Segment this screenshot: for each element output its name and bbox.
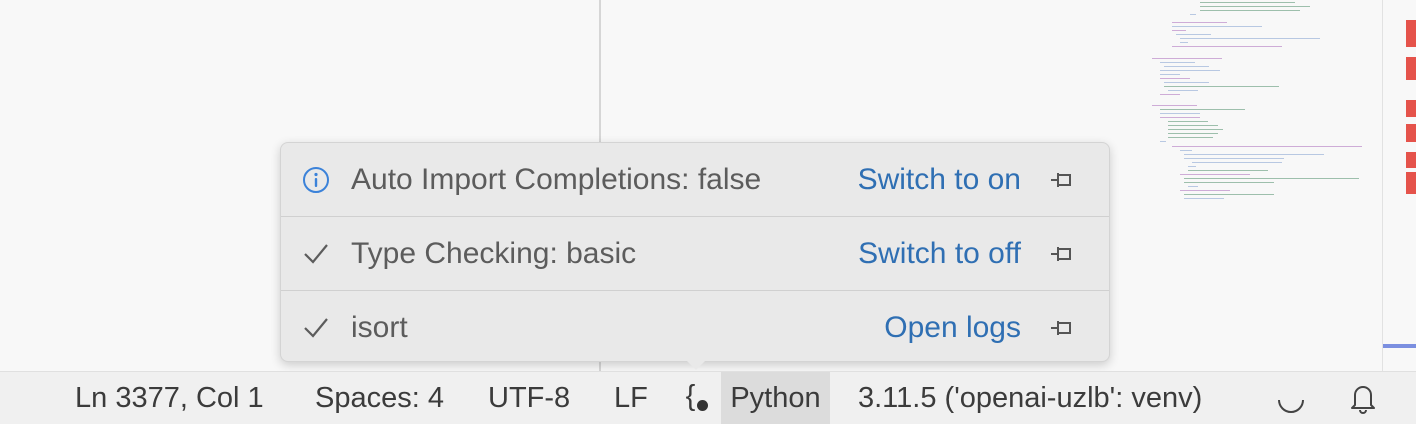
language-status-label: Type Checking: basic [351, 236, 637, 270]
language-status-item: Auto Import Completions: false Switch to… [281, 143, 1109, 216]
error-marker[interactable] [1406, 57, 1416, 80]
cursor-position-marker [1383, 344, 1416, 348]
pin-icon[interactable] [1043, 316, 1083, 340]
loading-spinner-icon [1274, 372, 1308, 424]
language-status-item: isort Open logs [281, 290, 1109, 364]
status-bar: Ln 3377, Col 1 Spaces: 4 UTF-8 LF { Pyth… [0, 371, 1416, 424]
eol-status[interactable]: LF [614, 372, 648, 424]
pin-icon[interactable] [1043, 168, 1083, 192]
pin-icon[interactable] [1043, 242, 1083, 266]
switch-to-on-link[interactable]: Switch to on [858, 163, 1021, 197]
encoding-status[interactable]: UTF-8 [488, 372, 570, 424]
language-mode-status[interactable]: Python [721, 372, 830, 424]
info-icon [281, 165, 351, 195]
switch-to-off-link[interactable]: Switch to off [858, 237, 1021, 271]
error-marker[interactable] [1406, 172, 1416, 194]
braces-icon: { [685, 379, 696, 412]
minimap[interactable] [1150, 0, 1380, 371]
error-marker[interactable] [1406, 124, 1416, 142]
open-logs-link[interactable]: Open logs [884, 311, 1021, 345]
language-status-button[interactable]: { [675, 372, 719, 424]
language-status-item: Type Checking: basic Switch to off [281, 216, 1109, 290]
overview-ruler[interactable] [1383, 0, 1416, 371]
error-marker[interactable] [1406, 20, 1416, 47]
error-marker[interactable] [1406, 100, 1416, 117]
language-status-label: isort [351, 310, 408, 344]
language-status-label: Auto Import Completions: false [351, 162, 762, 196]
error-marker[interactable] [1406, 152, 1416, 168]
cursor-position-status[interactable]: Ln 3377, Col 1 [75, 372, 264, 424]
language-status-hover: Auto Import Completions: false Switch to… [280, 142, 1110, 362]
indentation-status[interactable]: Spaces: 4 [315, 372, 444, 424]
python-interpreter-status[interactable]: 3.11.5 ('openai-uzlb': venv) [858, 372, 1202, 424]
dot-icon [697, 399, 709, 411]
check-icon [281, 314, 351, 342]
check-icon [281, 240, 351, 268]
bell-icon[interactable] [1346, 372, 1380, 424]
hover-pointer-caret [686, 360, 706, 370]
